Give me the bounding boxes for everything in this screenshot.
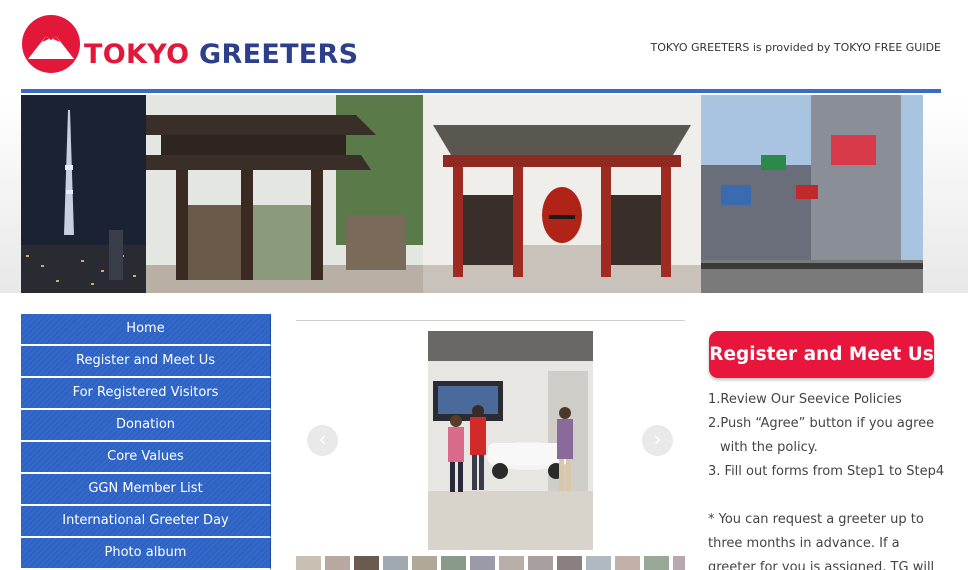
advance-request-note: * You can request a greeter up to three … [708,508,958,570]
thumbnail[interactable] [470,556,495,570]
note-line: three months in advance. If a [708,536,900,551]
thumbnail[interactable] [586,556,611,570]
note-line: greeter for you is assigned, TG will [708,560,935,570]
header-tagline: TOKYO GREETERS is provided by TOKYO FREE… [650,41,941,54]
thumbnail[interactable] [673,556,685,570]
mount-fuji-logo-icon[interactable] [22,15,80,73]
step-2-continued-text: with the policy. [720,440,818,455]
note-line: * You can request a greeter up to [708,512,924,527]
thumbnail[interactable] [528,556,553,570]
register-and-meet-us-button[interactable]: Register and Meet Us [709,331,934,378]
thumbnail[interactable] [296,556,321,570]
banner-photo-shibuya [701,95,923,293]
nav-item-photo-album[interactable]: Photo album [21,538,271,570]
thumbnail[interactable] [325,556,350,570]
banner-photo-temple-gate [146,95,423,293]
thumbnail[interactable] [354,556,379,570]
title-tokyo: TOKYO [84,39,190,70]
thumbnail[interactable] [441,556,466,570]
thumbnail[interactable] [615,556,640,570]
thumbnail[interactable] [412,556,437,570]
nav-item-core-values[interactable]: Core Values [21,442,271,474]
nav-item-ggn-member-list[interactable]: GGN Member List [21,474,271,506]
nav-item-donation[interactable]: Donation [21,410,271,442]
thumbnail[interactable] [383,556,408,570]
site-title[interactable]: TOKYO GREETERS [84,39,358,70]
step-3-text: 3. Fill out forms from Step1 to Step4 [708,464,945,479]
nav-item-registered-visitors[interactable]: For Registered Visitors [21,378,271,410]
nav-item-home[interactable]: Home [21,314,271,346]
banner-photo-kaminarimon [423,95,701,293]
nav-item-greeter-day[interactable]: International Greeter Day [21,506,271,538]
chevron-right-icon[interactable]: › [642,425,673,456]
thumbnail[interactable] [557,556,582,570]
chevron-left-icon[interactable]: ‹ [307,425,338,456]
nav-item-register[interactable]: Register and Meet Us [21,346,271,378]
header-banner [21,95,923,293]
sidebar-nav: Home Register and Meet Us For Registered… [21,314,271,570]
thumbnail-strip [296,556,685,570]
registration-steps: 1.Review Our Seevice Policies 2.Push “Ag… [708,388,953,484]
content-divider [296,320,685,321]
thumbnail[interactable] [499,556,524,570]
header-divider [21,89,941,93]
step-1-text: 1.Review Our Seevice Policies [708,392,902,407]
banner-photo-skytree [21,95,146,293]
site-header: TOKYO GREETERS TOKYO GREETERS is provide… [0,0,968,93]
thumbnail[interactable] [644,556,669,570]
step-2-text: 2.Push “Agree” button if you agree [708,416,935,431]
slideshow-image[interactable] [428,331,593,550]
title-greeters: GREETERS [199,39,359,70]
